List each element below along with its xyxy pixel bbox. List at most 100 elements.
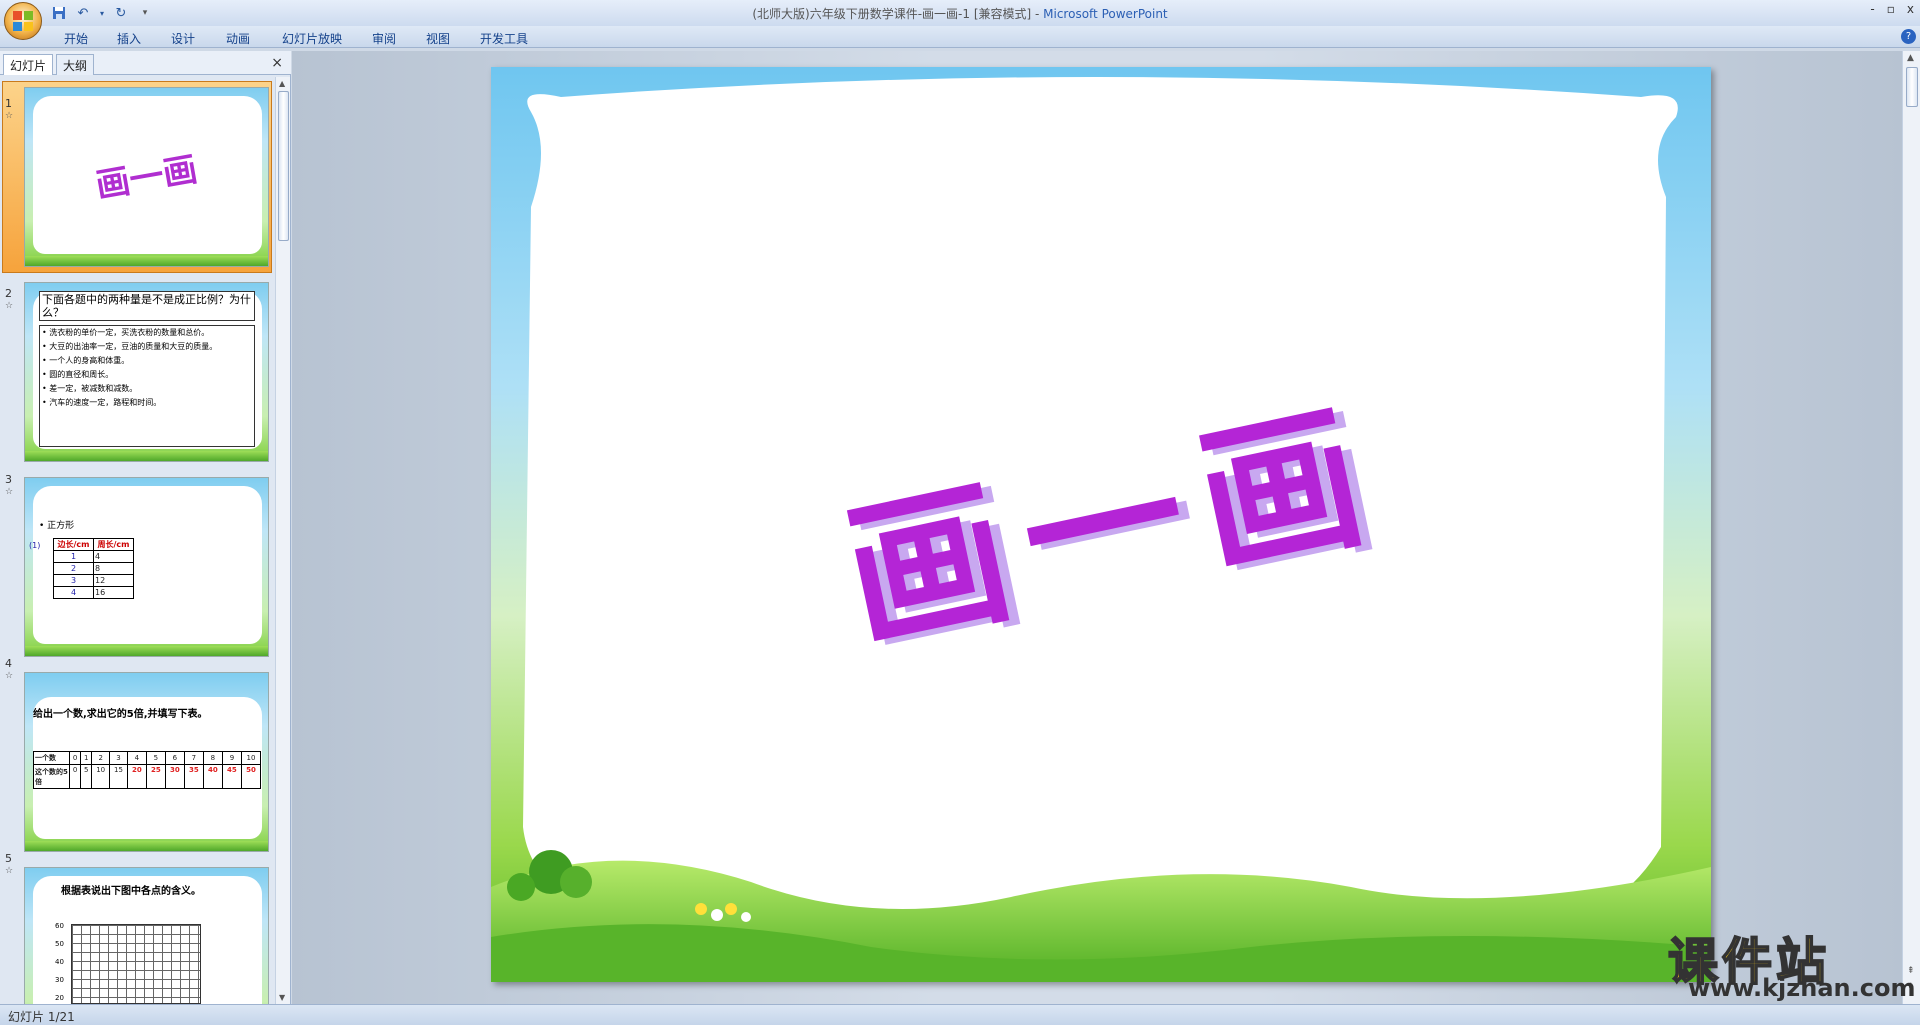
table-cell: 40 [202,764,223,789]
help-icon[interactable]: ? [1901,29,1916,44]
tab-review[interactable]: 审阅 [358,28,410,49]
slide-thumbnail-5[interactable]: 根据表说出下图中各点的含义。 60 50 40 30 20 [24,867,269,1004]
table-cell: 5 [80,764,93,789]
slide-number: 2 [5,287,12,300]
table-cell: 1 [53,550,94,563]
panel-tabs: 幻灯片 大纲 × [0,51,291,75]
y-tick: 20 [55,994,64,1002]
y-tick: 50 [55,940,64,948]
window-controls: - ▫ x [1870,2,1914,16]
slide-thumbnails: 1 ☆ 画一画 2 ☆ 下面各题中的两种量是不是成正比例？为什么？ • 洗衣粉的… [0,77,274,1004]
transition-icon: ☆ [5,487,14,497]
transition-icon: ☆ [5,111,14,121]
tab-insert[interactable]: 插入 [102,28,156,49]
table-cell: 16 [93,586,134,599]
close-panel-icon[interactable]: × [271,55,283,71]
ribbon-tabs: 开始 插入 设计 动画 幻灯片放映 审阅 视图 开发工具 ? [0,26,1920,48]
table-cell: 9 [221,751,242,765]
minimize-button[interactable]: - [1870,2,1874,16]
thumb-side-label: (1) [29,541,41,550]
scroll-thumb[interactable] [278,91,289,241]
table-cell: 4 [53,586,94,599]
transition-icon: ☆ [5,866,14,876]
slide-number: 1 [5,97,12,110]
office-logo-icon [13,11,33,31]
main-slide[interactable]: 画一画 [491,67,1711,982]
app-name: Microsoft PowerPoint [1043,7,1168,21]
status-bar: 幻灯片 1/21 [0,1004,1920,1025]
watermark: 课件站 www.kjzhan.com [1667,922,1915,1002]
tab-design[interactable]: 设计 [156,28,210,49]
table-cell: 3 [109,751,128,765]
table-cell: 10 [240,751,262,765]
y-tick: 30 [55,976,64,984]
table-cell: 50 [240,764,262,789]
thumb-title: 下面各题中的两种量是不是成正比例？为什么？ [39,291,255,321]
table-cell: 10 [91,764,111,789]
table-cell: 这个数的5倍 [33,764,70,789]
y-tick: 40 [55,958,64,966]
table-cell: 25 [145,764,166,789]
bullet: • 大豆的出油率一定，豆油的质量和大豆的质量。 [42,342,218,351]
close-button[interactable]: x [1907,2,1914,16]
tab-developer[interactable]: 开发工具 [466,28,542,49]
thumb-title: 给出一个数,求出它的5倍,并填写下表。 [33,709,208,720]
table-cell: 0 [68,751,82,765]
watermark-url: www.kjzhan.com [1688,974,1916,1002]
slide-counter: 幻灯片 1/21 [8,1010,75,1024]
bullet: • 圆的直径和周长。 [42,370,114,379]
title-bar: ↶ ▾ ↻ ▾ (北师大版)六年级下册数学课件-画一画-1 [兼容模式] - M… [0,0,1920,40]
slides-panel: 幻灯片 大纲 × 1 ☆ 画一画 2 ☆ 下面各题中的两种量是不是成正比例？为什… [0,51,291,1004]
transition-icon: ☆ [5,671,14,681]
scroll-thumb[interactable] [1906,67,1918,107]
table-cell: 0 [68,764,82,789]
table-cell: 30 [164,764,185,789]
scroll-down-icon[interactable]: ▼ [279,993,285,1002]
bullet: • 洗衣粉的单价一定，买洗衣粉的数量和总价。 [42,328,210,337]
office-button[interactable] [4,2,42,40]
restore-button[interactable]: ▫ [1887,2,1895,16]
table-cell: 2 [53,562,94,575]
table-cell: 45 [221,764,242,789]
table-header: 边长/cm [53,538,94,551]
thumb-title: 根据表说出下图中各点的含义。 [61,886,201,897]
bullet: • 差一定，被减数和减数。 [42,384,138,393]
slide-thumbnail-2[interactable]: 下面各题中的两种量是不是成正比例？为什么？ • 洗衣粉的单价一定，买洗衣粉的数量… [24,282,269,462]
transition-icon: ☆ [5,301,14,311]
slide-thumbnail-1[interactable]: 画一画 [24,87,269,267]
tab-slides[interactable]: 幻灯片 [3,54,54,75]
bullet: • 一个人的身高和体重。 [42,356,130,365]
table-cell: 8 [93,562,134,575]
table-cell: 35 [183,764,204,789]
table-cell: 6 [164,751,185,765]
table-cell: 15 [109,764,128,789]
thumb-grid [71,924,201,1004]
table-cell: 7 [183,751,204,765]
document-title: (北师大版)六年级下册数学课件-画一画-1 [兼容模式] - [752,7,1044,21]
panel-scrollbar[interactable]: ▲ ▼ [275,77,290,1004]
table-cell: 4 [93,550,134,563]
slide-thumbnail-4[interactable]: 给出一个数,求出它的5倍,并填写下表。 一个数 0 1 2 3 4 5 6 7 … [24,672,269,852]
bullet: • 汽车的速度一定，路程和时间。 [42,398,162,407]
table-cell: 4 [126,751,147,765]
thumb-bullets: • 洗衣粉的单价一定，买洗衣粉的数量和总价。 • 大豆的出油率一定，豆油的质量和… [39,325,255,447]
window-title: (北师大版)六年级下册数学课件-画一画-1 [兼容模式] - Microsoft… [0,5,1920,22]
table-header: 周长/cm [93,538,134,551]
tab-view[interactable]: 视图 [410,28,466,49]
thumb-bullet: • 正方形 [39,521,75,531]
tab-animation[interactable]: 动画 [210,28,266,49]
tab-slideshow[interactable]: 幻灯片放映 [266,28,358,49]
thumb-table: 边长/cm 周长/cm 14 28 3 12 4 16 [53,538,134,599]
tab-home[interactable]: 开始 [50,28,102,49]
table-cell: 12 [93,574,134,587]
y-tick: 60 [55,922,64,930]
table-cell: 8 [202,751,223,765]
scroll-up-icon[interactable]: ▲ [279,79,285,88]
table-cell: 3 [53,574,94,587]
table-cell: 1 [80,751,93,765]
scroll-up-icon[interactable]: ▲ [1907,53,1914,63]
tab-outline[interactable]: 大纲 [56,54,95,75]
table-cell: 一个数 [33,751,70,765]
slide-thumbnail-3[interactable]: • 正方形 (1) 边长/cm 周长/cm 14 28 3 12 4 16 [24,477,269,657]
editor-scrollbar[interactable]: ▲ ⇞ ⇟ [1902,51,1920,1004]
